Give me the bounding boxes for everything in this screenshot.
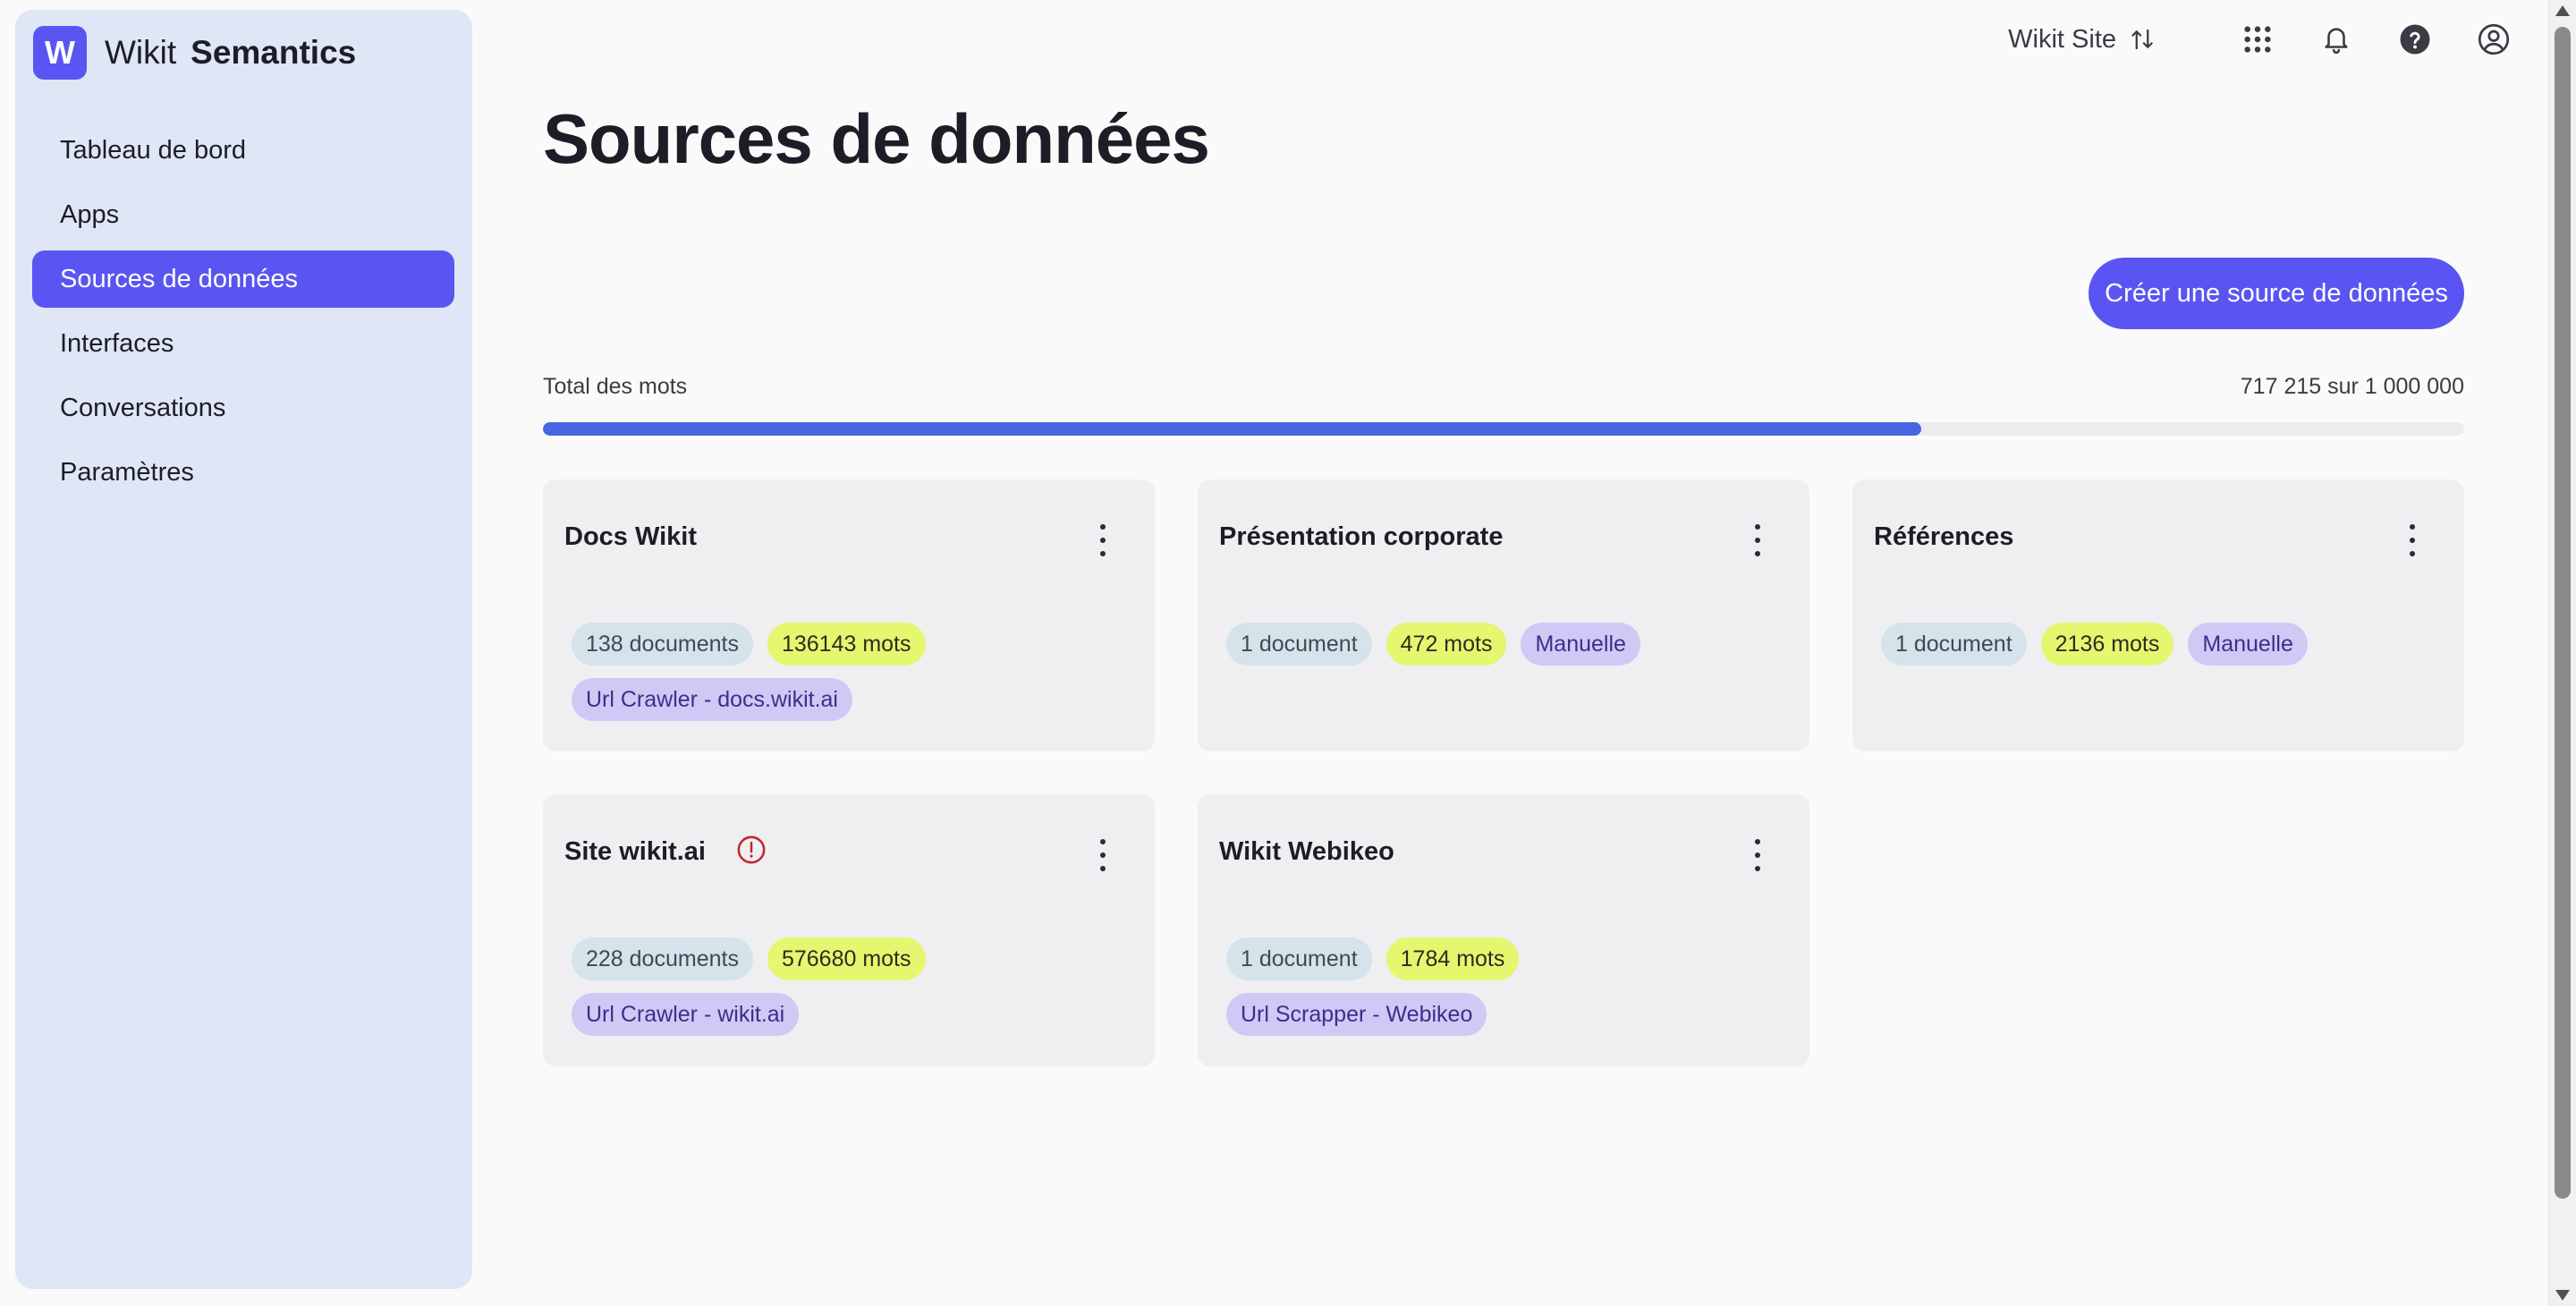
words-badge: 1784 mots [1385,937,1520,980]
apps-grid-button[interactable] [2233,14,2283,64]
words-total-label: Total des mots [543,374,688,399]
bell-icon [2325,28,2348,55]
words-progress-bar [543,422,2464,436]
words-badge: 472 mots [1385,623,1507,666]
card-badges: 1 document 1784 mots Url Scrapper - Webi… [1226,937,1788,1036]
card-title-text: Références [1874,522,2014,551]
card-title-text: Présentation corporate [1219,522,1504,551]
card-badges: 1 document 472 mots Manuelle [1226,623,1788,666]
more-vertical-icon[interactable] [1097,524,1108,556]
sidebar-nav: Tableau de bord Apps Sources de données … [32,122,454,508]
sort-arrows-icon [2131,29,2153,50]
card-title: Références [1874,522,2013,552]
page-scrollbar[interactable] [2548,0,2576,1306]
create-data-source-button[interactable]: Créer une source de données [2089,258,2464,329]
documents-badge: 1 document [1881,623,2027,666]
card-badges: 228 documents 576680 mots Url Crawler - … [572,937,1133,1036]
card-title-text: Docs Wikit [564,522,697,551]
card-title: Wikit Webikeo [1219,837,1394,867]
words-total-count: 717 215 sur 1 000 000 [2240,374,2464,399]
scroll-thumb[interactable] [2555,27,2571,1199]
data-source-card[interactable]: Wikit Webikeo 1 document 1784 mots Url S… [1198,794,1809,1066]
card-title: Présentation corporate [1219,522,1503,552]
words-badge: 576680 mots [767,937,926,980]
source-type-badge: Url Crawler - docs.wikit.ai [572,678,852,721]
sidebar-item-conversations[interactable]: Conversations [32,379,454,437]
card-title-text: Site wikit.ai [564,837,706,866]
help-icon [2400,24,2430,55]
user-menu-button[interactable] [2469,14,2519,64]
card-title: Docs Wikit [564,522,697,552]
sidebar-item-sources-de-donnees[interactable]: Sources de données [32,250,454,308]
card-badges: 138 documents 136143 mots Url Crawler - … [572,623,1133,721]
data-source-card[interactable]: Docs Wikit 138 documents 136143 mots Url… [543,479,1155,751]
card-badges: 1 document 2136 mots Manuelle [1881,623,2443,666]
scroll-down-arrow-icon[interactable] [2555,1290,2570,1301]
documents-badge: 1 document [1226,937,1372,980]
scroll-up-arrow-icon[interactable] [2555,5,2570,16]
documents-badge: 228 documents [572,937,753,980]
more-vertical-icon[interactable] [1752,839,1763,871]
brand-name: Wikit Semantics [105,34,356,72]
warning-icon [736,835,767,865]
more-vertical-icon[interactable] [2407,524,2418,556]
brand-logo[interactable]: W Wikit Semantics [33,26,356,80]
sidebar-item-tableau-de-bord[interactable]: Tableau de bord [32,122,454,179]
data-source-card[interactable]: Références 1 document 2136 mots Manuelle [1852,479,2464,751]
documents-badge: 1 document [1226,623,1372,666]
source-type-badge: Manuelle [1521,623,1640,666]
apps-grid-icon [2244,26,2271,53]
site-switcher-label: Wikit Site [2008,24,2116,54]
data-source-card[interactable]: Présentation corporate 1 document 472 mo… [1198,479,1809,751]
card-title: Site wikit.ai [564,835,767,867]
sidebar-item-apps[interactable]: Apps [32,186,454,243]
words-badge: 136143 mots [767,623,926,666]
user-icon [2478,23,2510,55]
brand-logo-mark: W [33,26,87,80]
sidebar-item-parametres[interactable]: Paramètres [32,444,454,501]
card-title-text: Wikit Webikeo [1219,837,1394,866]
source-type-badge: Url Scrapper - Webikeo [1226,993,1487,1036]
source-type-badge: Manuelle [2188,623,2308,666]
notifications-button[interactable] [2311,14,2361,64]
words-progress-fill [543,422,1921,436]
site-switcher[interactable]: Wikit Site [2008,25,2156,55]
help-button[interactable] [2390,14,2440,64]
source-type-badge: Url Crawler - wikit.ai [572,993,800,1036]
page-title: Sources de données [543,99,1210,178]
documents-badge: 138 documents [572,623,753,666]
sidebar-item-interfaces[interactable]: Interfaces [32,315,454,372]
words-badge: 2136 mots [2040,623,2174,666]
more-vertical-icon[interactable] [1752,524,1763,556]
brand-name-part-2: Semantics [191,34,357,71]
brand-name-part-1: Wikit [105,34,177,71]
top-bar: Wikit Site [2008,14,2519,64]
sidebar: W Wikit Semantics Tableau de bord Apps So… [15,10,472,1289]
data-source-card[interactable]: Site wikit.ai 228 documents 576680 mots … [543,794,1155,1066]
more-vertical-icon[interactable] [1097,839,1108,871]
